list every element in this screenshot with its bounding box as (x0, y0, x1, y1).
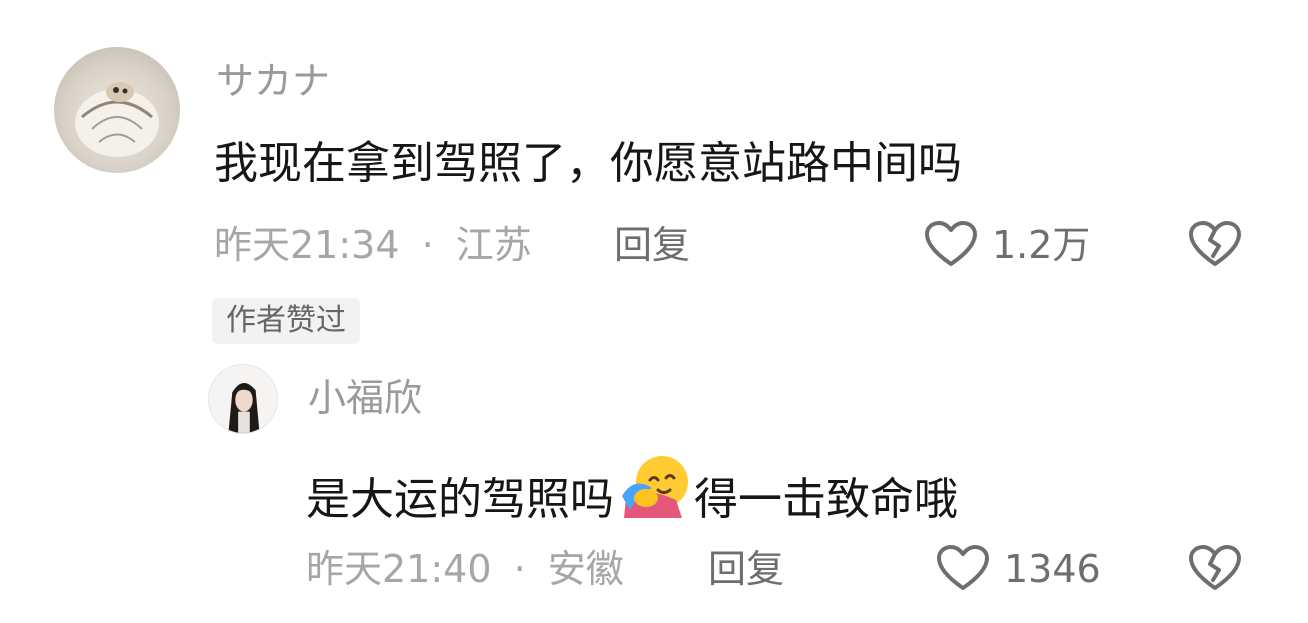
heart-outline-icon (937, 545, 989, 590)
meta-separator: · (421, 223, 434, 267)
reply-avatar[interactable] (208, 364, 278, 434)
like-count: 1.2万 (992, 223, 1091, 267)
comment-time: 昨天21:34 (214, 223, 400, 267)
avatar[interactable] (54, 47, 180, 173)
reply-like-button[interactable] (934, 542, 992, 594)
reply-button[interactable]: 回复 (614, 222, 690, 268)
reply-username[interactable]: 小福欣 (308, 375, 422, 421)
comment-username[interactable]: サカナ (216, 58, 330, 104)
broken-heart-icon (1189, 545, 1241, 590)
hugging-face-emoji (622, 456, 688, 518)
reply-meta: 昨天21:40 · 安徽 (306, 546, 624, 592)
like-button[interactable] (922, 218, 980, 270)
reply-avatar-image (209, 365, 277, 433)
comment-thread: サカナ 我现在拿到驾照了，你愿意站路中间吗 昨天21:34 · 江苏 回复 1.… (0, 0, 1308, 623)
reply-content-before-emoji: 是大运的驾照吗 (306, 474, 614, 525)
dislike-button[interactable] (1186, 218, 1244, 270)
heart-outline-icon (925, 221, 977, 266)
reply-location: 安徽 (547, 547, 624, 591)
comment-location: 江苏 (455, 223, 532, 267)
reply-dislike-button[interactable] (1186, 542, 1244, 594)
comment-content: 我现在拿到驾照了，你愿意站路中间吗 (214, 138, 962, 189)
avatar-image (75, 82, 159, 157)
reply-reply-button[interactable]: 回复 (708, 546, 784, 592)
meta-separator: · (513, 547, 526, 591)
comment-meta: 昨天21:34 · 江苏 (214, 222, 532, 268)
author-liked-badge: 作者赞过 (212, 298, 360, 344)
reply-like-count: 1346 (1004, 547, 1101, 591)
reply-time: 昨天21:40 (306, 547, 492, 591)
broken-heart-icon (1189, 221, 1241, 266)
reply-content-after-emoji: 得一击致命哦 (694, 474, 958, 525)
reply-content: 是大运的驾照吗 得一击致命哦 (306, 452, 958, 528)
